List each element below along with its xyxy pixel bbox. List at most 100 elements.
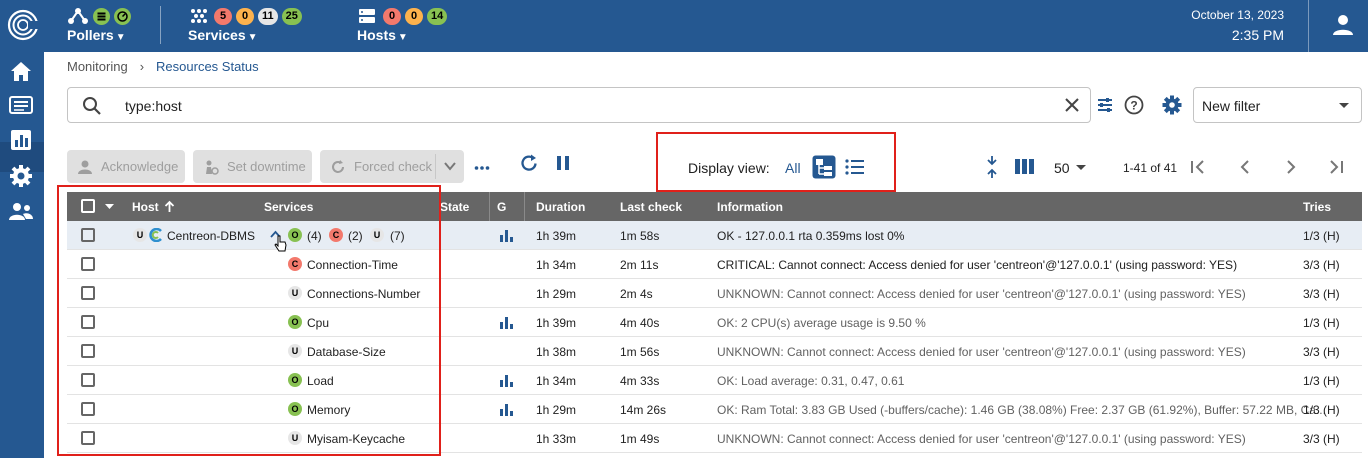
pollers-label: Pollers ▼: [67, 27, 126, 43]
home-icon[interactable]: [7, 58, 35, 86]
pause-icon[interactable]: [555, 154, 571, 172]
left-navigation: [0, 52, 44, 458]
information: OK: Ram Total: 3.83 GB Used (-buffers/ca…: [717, 403, 1326, 417]
help-icon[interactable]: ?: [1124, 95, 1144, 115]
information: OK - 127.0.0.1 rta 0.359ms lost 0%: [717, 229, 905, 243]
breadcrumb-monitoring[interactable]: Monitoring: [67, 59, 128, 74]
search-input[interactable]: type:host: [67, 87, 1091, 123]
header-divider: [160, 6, 161, 44]
acknowledge-label: Acknowledge: [101, 159, 179, 174]
last-page-icon[interactable]: [1328, 159, 1344, 175]
current-date: October 13, 2023: [1191, 8, 1284, 22]
latency-status-icon: [114, 7, 131, 25]
last-check: 4m 33s: [620, 374, 660, 388]
information: UNKNOWN: Cannot connect: Access denied f…: [717, 345, 1246, 359]
breadcrumb-separator-icon: ›: [139, 59, 145, 74]
reporting-icon[interactable]: [7, 126, 35, 154]
graph-icon[interactable]: [500, 316, 513, 329]
graph-icon[interactable]: [500, 374, 513, 387]
column-tries[interactable]: Tries: [1303, 200, 1331, 214]
search-value[interactable]: type:host: [125, 98, 182, 114]
last-check: 14m 26s: [620, 403, 667, 417]
services-warning-count[interactable]: 0: [236, 7, 254, 25]
forced-check-icon: [332, 159, 344, 173]
previous-page-icon[interactable]: [1238, 159, 1252, 175]
first-page-icon[interactable]: [1190, 159, 1206, 175]
acknowledge-button[interactable]: Acknowledge: [67, 150, 185, 183]
administration-icon[interactable]: [7, 198, 35, 226]
centreon-logo-icon[interactable]: [6, 8, 38, 42]
information: UNKNOWN: Cannot connect: Access denied f…: [717, 287, 1246, 301]
duration: 1h 39m: [536, 316, 577, 330]
last-check: 1m 58s: [620, 229, 660, 243]
filter-selected-value: New filter: [1202, 98, 1261, 114]
hosts-icon: [359, 9, 375, 23]
duration: 1h 33m: [536, 432, 577, 446]
graph-icon[interactable]: [500, 229, 513, 242]
column-state[interactable]: State: [440, 200, 469, 214]
filter-settings-icon[interactable]: [1096, 96, 1114, 114]
database-status-icon: [93, 7, 110, 25]
chevron-down-icon[interactable]: [1076, 165, 1086, 170]
tries: 3/3 (H): [1303, 432, 1340, 446]
services-unknown-count[interactable]: 11: [258, 7, 278, 25]
column-duration[interactable]: Duration: [536, 200, 585, 214]
last-check: 2m 4s: [620, 287, 653, 301]
refresh-icon[interactable]: [519, 153, 539, 173]
host-services-highlight: [57, 185, 441, 456]
rows-per-page-select[interactable]: 50: [1054, 160, 1070, 176]
services-critical-count[interactable]: 5: [214, 7, 232, 25]
duration: 1h 34m: [536, 258, 577, 272]
tries: 1/3 (H): [1303, 316, 1340, 330]
display-view-label: Display view:: [688, 160, 770, 176]
hosts-unreachable-count[interactable]: 0: [405, 7, 423, 25]
top-header: Pollers ▼ 5 0 11 25 Services ▼ 0 0 14 Ho…: [0, 0, 1368, 52]
chevron-down-icon[interactable]: [444, 162, 456, 171]
duration: 1h 29m: [536, 287, 577, 301]
gear-icon[interactable]: [1161, 94, 1183, 116]
acknowledge-icon: [78, 160, 92, 174]
hosts-up-count[interactable]: 14: [427, 7, 448, 25]
breadcrumb: Monitoring › Resources Status: [67, 59, 259, 74]
last-check: 1m 49s: [620, 432, 660, 446]
forced-check-divider: [435, 154, 436, 179]
tries: 3/3 (H): [1303, 345, 1340, 359]
hierarchy-view-icon[interactable]: [812, 155, 836, 179]
more-actions-icon[interactable]: [474, 165, 490, 171]
configuration-icon[interactable]: [7, 162, 35, 190]
information: OK: 2 CPU(s) average usage is 9.50 %: [717, 316, 926, 330]
services-ok-count[interactable]: 25: [281, 7, 302, 25]
pollers-icon: [68, 8, 88, 24]
hosts-down-count[interactable]: 0: [383, 7, 401, 25]
breadcrumb-resources-status[interactable]: Resources Status: [156, 59, 259, 74]
forced-check-button[interactable]: Forced check: [320, 150, 464, 183]
column-graph[interactable]: G: [497, 200, 506, 214]
user-menu[interactable]: [1308, 0, 1368, 52]
column-last-check[interactable]: Last check: [620, 200, 682, 214]
last-check: 2m 11s: [620, 258, 659, 272]
monitoring-icon[interactable]: [7, 92, 35, 120]
tries: 1/3 (H): [1303, 403, 1340, 417]
forced-check-label: Forced check: [354, 159, 433, 174]
tries: 3/3 (H): [1303, 258, 1340, 272]
last-check: 1m 56s: [620, 345, 660, 359]
row-density-icon[interactable]: [985, 155, 999, 179]
column-information[interactable]: Information: [717, 200, 783, 214]
svg-text:?: ?: [1130, 99, 1137, 113]
pagination-info: 1-41 of 41: [1123, 161, 1178, 175]
set-downtime-label: Set downtime: [227, 159, 306, 174]
display-view-all-option[interactable]: All: [785, 160, 801, 176]
graph-icon[interactable]: [500, 403, 513, 416]
columns-icon[interactable]: [1015, 158, 1034, 175]
user-icon: [1333, 15, 1353, 35]
set-downtime-button[interactable]: Set downtime: [193, 150, 312, 183]
tries: 1/3 (H): [1303, 374, 1340, 388]
duration: 1h 34m: [536, 374, 577, 388]
next-page-icon[interactable]: [1284, 159, 1298, 175]
filter-select[interactable]: New filter: [1193, 87, 1362, 123]
clock: October 13, 2023 2:35 PM: [1191, 8, 1284, 43]
list-view-icon[interactable]: [845, 157, 865, 177]
clear-search-icon[interactable]: [1064, 97, 1080, 113]
services-label: Services ▼: [188, 27, 258, 43]
current-time: 2:35 PM: [1231, 27, 1284, 43]
